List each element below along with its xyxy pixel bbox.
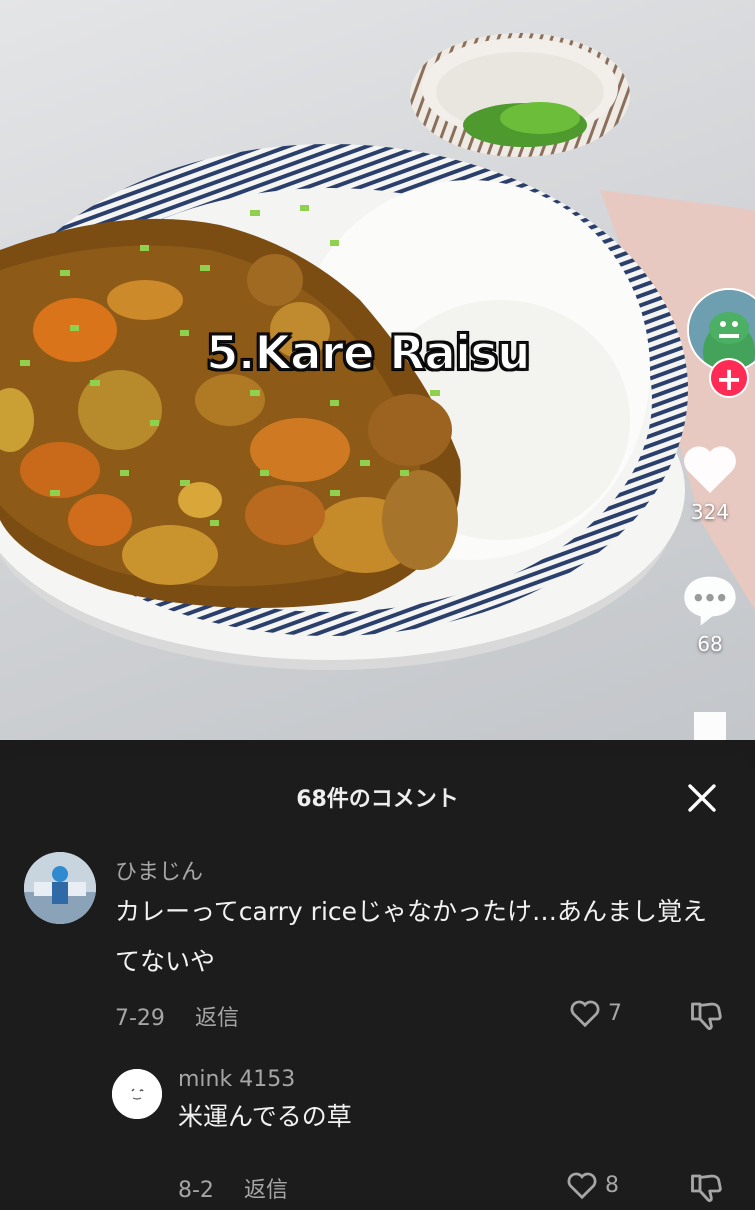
heart-outline-icon [567, 1172, 597, 1200]
comment-like-count: 7 [608, 1000, 622, 1026]
comment-text: 米運んでるの草 [178, 1102, 352, 1131]
user-avatar-image [24, 852, 96, 924]
reply-button[interactable]: 返信 [195, 1006, 239, 1031]
comment-meta: 7-29 返信 [115, 1000, 239, 1032]
comment-date: 7-29 [115, 1006, 165, 1031]
follow-button[interactable]: + [709, 358, 749, 398]
video-player[interactable]: 5.Kare Raisu + 324 68 [0, 0, 755, 740]
creator-avatar-wrap[interactable]: + [687, 288, 755, 398]
comment-like-button[interactable]: 8 [565, 1170, 619, 1204]
like-count: 324 [690, 500, 730, 524]
comment-like-button[interactable]: 7 [568, 998, 622, 1032]
comment-action[interactable]: 68 [665, 572, 755, 656]
comment-dislike-button[interactable] [688, 998, 724, 1034]
thumbs-down-icon [691, 1174, 722, 1203]
user-avatar-image [112, 1069, 162, 1119]
comment-bubble-icon [684, 576, 736, 626]
comment-like-count: 8 [605, 1172, 619, 1198]
like-action[interactable]: 324 [665, 440, 755, 524]
comment-dislike-button[interactable] [688, 1170, 724, 1206]
comment-meta: 8-2 返信 [178, 1172, 288, 1204]
commenter-name[interactable]: ひまじん [115, 854, 203, 886]
commenter-avatar[interactable] [24, 852, 96, 924]
plus-icon: + [715, 360, 743, 398]
bookmark-action[interactable] [665, 712, 755, 740]
comments-panel: 68件のコメント ひまじん カレーってcarry riceじゃなかったけ…あんま… [0, 757, 755, 1203]
comment-text: カレーってcarry riceじゃなかったけ…あんまし覚えてないや [115, 897, 708, 976]
comment-date: 8-2 [178, 1178, 214, 1203]
thumbs-down-icon [691, 1002, 722, 1031]
video-overlay-title: 5.Kare Raisu [205, 325, 532, 382]
comment-count: 68 [697, 632, 723, 656]
comments-title: 68件のコメント [296, 787, 459, 812]
reply-button[interactable]: 返信 [244, 1178, 288, 1203]
bookmark-icon [694, 712, 726, 740]
heart-icon [684, 446, 736, 493]
commenter-name[interactable]: mink 4153 [178, 1067, 295, 1092]
close-icon [688, 784, 716, 812]
heart-outline-icon [570, 1000, 600, 1028]
close-button[interactable] [685, 781, 719, 815]
commenter-avatar[interactable] [112, 1069, 162, 1119]
